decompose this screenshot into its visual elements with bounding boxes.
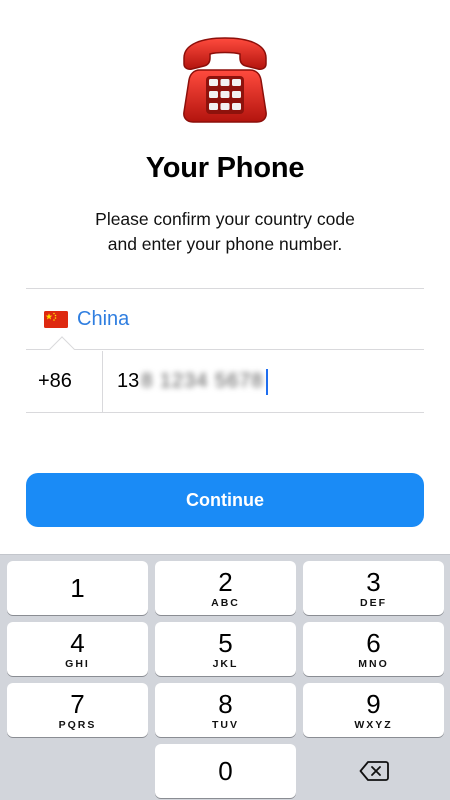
phone-input-row: +86 13 8 1234 5678 xyxy=(26,351,424,412)
china-flag-icon xyxy=(44,310,68,328)
red-telephone-icon xyxy=(183,37,267,123)
key-letters: GHI xyxy=(65,657,90,670)
key-digit: 1 xyxy=(70,573,85,603)
numeric-keypad: 1 2 ABC 3 DEF 4 GHI 5 JKL 6 MNO 7 PQRS 8… xyxy=(0,554,450,800)
key-letters: JKL xyxy=(212,657,239,670)
phone-number-visible: 13 xyxy=(117,370,140,392)
key-digit: 7 xyxy=(70,688,85,719)
phone-number-field[interactable]: 13 8 1234 5678 xyxy=(103,351,424,412)
key-digit: 8 xyxy=(218,688,233,719)
continue-button[interactable]: Continue xyxy=(26,473,424,527)
backspace-icon xyxy=(359,761,389,781)
key-letters: DEF xyxy=(360,596,387,609)
key-digit: 3 xyxy=(366,566,381,597)
divider-middle xyxy=(26,349,424,350)
key-digit: 4 xyxy=(70,627,85,658)
delete-key[interactable] xyxy=(303,744,444,798)
phone-number-obscured: 8 1234 5678 xyxy=(141,370,264,392)
page-title: Your Phone xyxy=(145,152,305,184)
key-4[interactable]: 4 GHI xyxy=(7,622,148,676)
key-letters: TUV xyxy=(212,718,239,731)
text-cursor xyxy=(266,368,269,395)
subtitle-line-2: and enter your phone number. xyxy=(107,234,343,254)
key-8[interactable]: 8 TUV xyxy=(155,683,296,737)
key-letters: ABC xyxy=(211,596,240,609)
country-name: China xyxy=(77,307,130,330)
country-selector[interactable]: China xyxy=(26,289,424,349)
key-digit: 9 xyxy=(366,688,381,719)
key-digit: 6 xyxy=(366,627,381,658)
key-digit: 0 xyxy=(218,756,233,786)
key-digit: 2 xyxy=(218,566,233,597)
key-6[interactable]: 6 MNO xyxy=(303,622,444,676)
key-letters: WXYZ xyxy=(354,718,393,731)
country-code-value: +86 xyxy=(38,370,72,392)
key-letters: PQRS xyxy=(58,718,97,731)
country-code-field[interactable]: +86 xyxy=(26,351,103,412)
key-letters: MNO xyxy=(358,657,389,670)
page-subtitle: Please confirm your country code and ent… xyxy=(0,207,450,257)
key-0[interactable]: 0 xyxy=(155,744,296,798)
key-blank xyxy=(7,744,148,798)
key-2[interactable]: 2 ABC xyxy=(155,561,296,615)
key-1[interactable]: 1 xyxy=(7,561,148,615)
key-5[interactable]: 5 JKL xyxy=(155,622,296,676)
key-digit: 5 xyxy=(218,627,233,658)
divider-bottom xyxy=(26,412,424,413)
key-9[interactable]: 9 WXYZ xyxy=(303,683,444,737)
key-7[interactable]: 7 PQRS xyxy=(7,683,148,737)
key-3[interactable]: 3 DEF xyxy=(303,561,444,615)
subtitle-line-1: Please confirm your country code xyxy=(95,209,355,229)
